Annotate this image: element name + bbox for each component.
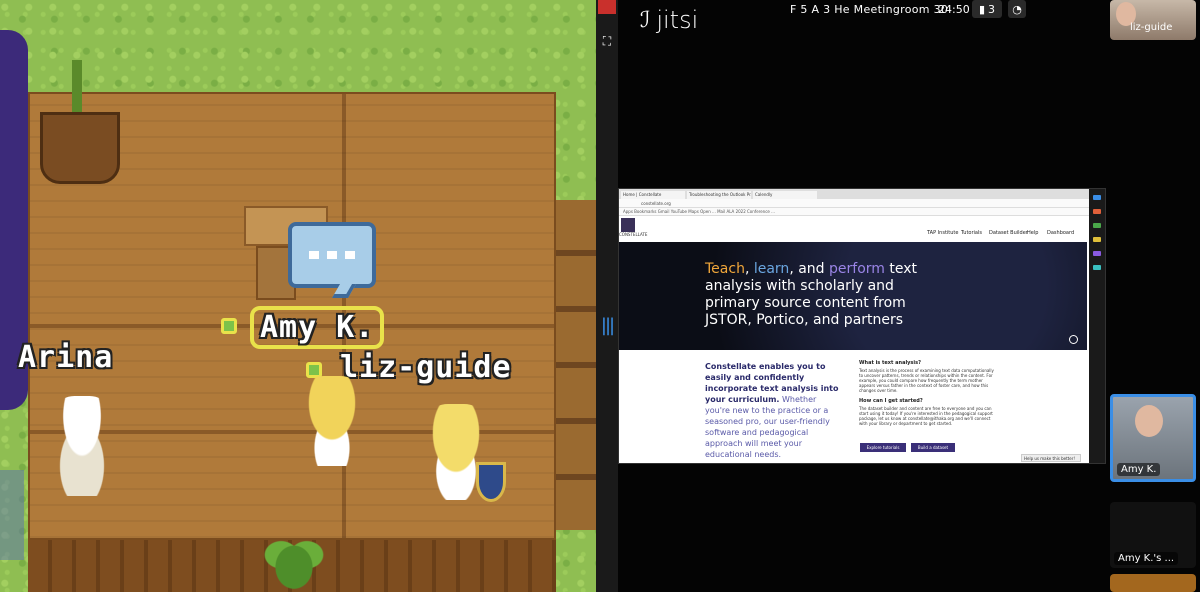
tree-decoration	[0, 470, 24, 560]
room-name: F 5 A 3 He Meetingroom 30	[790, 3, 949, 16]
shield-icon	[476, 462, 506, 502]
faq-answer: The dataset builder and content are free…	[859, 406, 993, 426]
app-icon[interactable]	[1093, 209, 1101, 214]
hero-heading: Teach, learn, and perform text analysis …	[705, 261, 945, 329]
screen-share-preview	[1118, 512, 1190, 536]
hero-sep: , and	[789, 261, 830, 277]
hero-word-teach: Teach	[705, 261, 745, 277]
tile-label: Amy K.	[1117, 463, 1161, 476]
faq-question: How can I get started?	[859, 398, 923, 404]
nav-help[interactable]: Help	[1027, 230, 1038, 236]
chat-bubble-icon[interactable]	[288, 222, 376, 288]
app-icon[interactable]	[1093, 237, 1101, 242]
app-icon[interactable]	[1093, 195, 1101, 200]
tile-label: liz-guide	[1130, 22, 1173, 33]
avatar-amy[interactable]	[292, 376, 372, 466]
intro-paragraph: Constellate enables you to easily and co…	[705, 361, 839, 460]
wall-right	[556, 200, 596, 530]
browser-tab[interactable]: Home | Constellate	[621, 191, 685, 199]
split-divider[interactable]	[596, 0, 618, 592]
player-name-liz: liz-guide	[340, 350, 512, 385]
info-icon[interactable]	[1069, 335, 1078, 344]
nav-tap-institute[interactable]: TAP Institute	[927, 230, 958, 236]
tile-label: Amy K.'s ...	[1114, 552, 1179, 565]
avatar-arina[interactable]	[44, 396, 120, 496]
taskbar	[1089, 189, 1105, 463]
participants-button[interactable]: ▮ 3	[972, 0, 1002, 18]
speedometer-icon[interactable]: ◔	[1008, 0, 1026, 18]
drag-handle-icon[interactable]: |||	[598, 315, 616, 336]
player-name-amy: Amy K.	[250, 306, 385, 349]
meeting-timer: 24:50	[938, 3, 970, 16]
browser-tabs: Home | Constellate Troubleshooting the O…	[619, 189, 1105, 199]
site-logo-text: CONSTELLATE	[619, 232, 648, 237]
hero-sep: ,	[744, 261, 754, 277]
intro-bold: Constellate enables you to easily and co…	[705, 362, 839, 404]
signal-icon: ▮	[978, 2, 986, 16]
game-view[interactable]: Amy K. liz-guide Arina	[0, 0, 596, 592]
nav-dataset-builder[interactable]: Dataset Builder	[989, 230, 1028, 236]
address-bar[interactable]: constellate.org	[619, 199, 1105, 208]
faq-answer: Text analysis is the process of examinin…	[859, 368, 994, 393]
app-icon[interactable]	[1093, 223, 1101, 228]
fern-plant	[262, 530, 326, 592]
fullscreen-icon[interactable]: ⛶	[598, 32, 616, 50]
bookmarks-bar: Apps Bookmarks Gmail YouTube Maps Open .…	[619, 208, 1105, 216]
status-dot-amy	[221, 318, 237, 334]
participant-count: 3	[988, 2, 996, 16]
browser-tab[interactable]: Troubleshooting the Outlook Pr...	[687, 191, 751, 199]
dot	[309, 251, 319, 259]
explore-tutorials-button[interactable]: Explore tutorials	[860, 443, 906, 452]
nav-tutorials[interactable]: Tutorials	[961, 230, 982, 236]
intro-rest: Whether you're new to the practice or a …	[705, 395, 830, 459]
app-icon[interactable]	[1093, 265, 1101, 270]
dot	[327, 251, 337, 259]
hero-word-learn: learn	[753, 261, 790, 277]
video-tile-amy[interactable]: Amy K.	[1110, 394, 1196, 482]
jitsi-logo: ℐ jitsi	[640, 6, 698, 34]
build-dataset-button[interactable]: Build a dataset	[911, 443, 955, 452]
participant-video	[1135, 405, 1163, 437]
hero-word-perform: perform	[829, 261, 885, 277]
constellate-logo-icon[interactable]	[621, 218, 635, 232]
video-tile-extra[interactable]	[1110, 574, 1196, 592]
nav-dashboard[interactable]: Dashboard	[1047, 230, 1074, 236]
shared-screen[interactable]: Home | Constellate Troubleshooting the O…	[618, 188, 1106, 464]
video-tile-liz[interactable]: liz-guide	[1110, 0, 1196, 40]
jitsi-wordmark: jitsi	[656, 6, 699, 34]
feedback-chip[interactable]: Help us make this better!	[1021, 454, 1081, 462]
close-panel-button[interactable]	[598, 0, 616, 14]
faq-section: What is text analysis? Text analysis is …	[859, 360, 999, 427]
potted-plant[interactable]	[40, 112, 120, 184]
dot	[345, 251, 355, 259]
site-header: CONSTELLATE TAP Institute Tutorials Data…	[619, 216, 1089, 242]
app-icon[interactable]	[1093, 251, 1101, 256]
player-name-arina: Arina	[18, 340, 114, 375]
browser-tab[interactable]: Calendly	[753, 191, 817, 199]
jitsi-icon: ℐ	[640, 7, 651, 33]
screen: Amy K. liz-guide Arina ⛶ ||| ℐ jitsi F 5…	[0, 0, 1200, 592]
faq-question: What is text analysis?	[859, 360, 921, 366]
